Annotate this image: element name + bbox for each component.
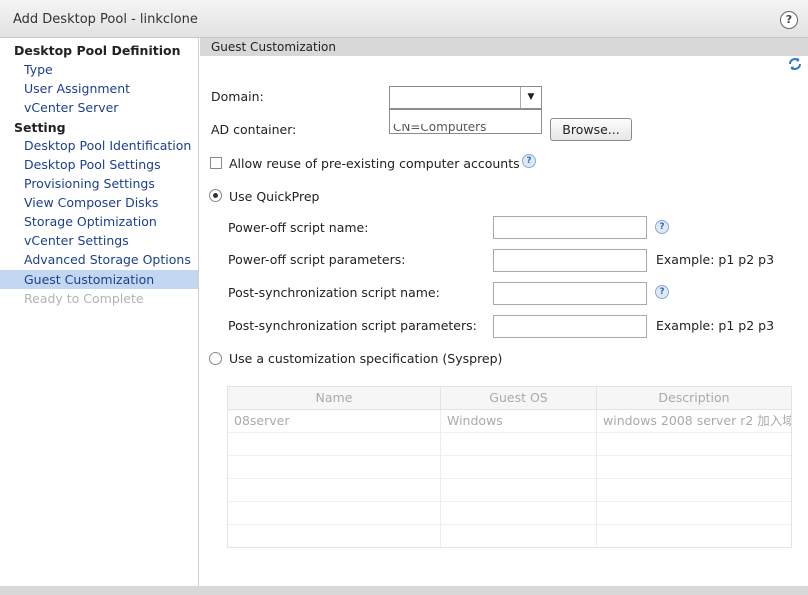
nav-item-vcenter-settings[interactable]: vCenter Settings <box>0 231 198 250</box>
table-row-empty <box>228 433 791 456</box>
nav-item-ready-to-complete: Ready to Complete <box>24 291 144 306</box>
nav-item-pool-identification[interactable]: Desktop Pool Identification <box>0 136 198 155</box>
sysprep-label: Use a customization specification (Syspr… <box>229 351 503 366</box>
add-desktop-pool-dialog: Add Desktop Pool - linkclone ? Desktop P… <box>0 0 808 595</box>
cell-description: windows 2008 server r2 加入域 <box>603 413 791 428</box>
table-row-empty <box>228 502 791 525</box>
allow-reuse-label: Allow reuse of pre-existing computer acc… <box>229 156 520 171</box>
bottom-bar <box>0 586 808 595</box>
nav-item-pool-settings[interactable]: Desktop Pool Settings <box>0 155 198 174</box>
postsync-script-name-label: Post-synchronization script name: <box>228 285 440 300</box>
chevron-down-icon[interactable]: ▼ <box>520 87 541 108</box>
section-header: Guest Customization <box>200 38 808 56</box>
postsync-params-label: Post-synchronization script parameters: <box>228 318 477 333</box>
table-row-empty <box>228 525 791 548</box>
column-header-guest-os[interactable]: Guest OS <box>441 387 597 409</box>
ad-container-label: AD container: <box>211 122 297 137</box>
poweroff-params-example: Example: p1 p2 p3 <box>656 252 775 267</box>
customization-spec-table: Name Guest OS Description 08server Windo… <box>227 386 792 548</box>
poweroff-params-label: Power-off script parameters: <box>228 252 406 267</box>
sysprep-radio[interactable] <box>209 352 222 365</box>
nav-item-view-composer-disks[interactable]: View Composer Disks <box>0 193 198 212</box>
cell-guest-os: Windows <box>441 410 597 432</box>
nav-section-setting: Setting <box>14 120 66 135</box>
postsync-script-name-input[interactable] <box>493 282 647 305</box>
help-icon[interactable]: ? <box>780 11 798 29</box>
allow-reuse-checkbox[interactable] <box>210 157 222 169</box>
wizard-nav: Desktop Pool Definition Type User Assign… <box>0 38 199 595</box>
poweroff-params-input[interactable] <box>493 249 647 272</box>
column-header-description[interactable]: Description <box>597 387 791 409</box>
question-icon[interactable]: ? <box>655 220 669 234</box>
nav-item-guest-customization[interactable]: Guest Customization <box>0 270 198 289</box>
title-bar: Add Desktop Pool - linkclone ? <box>0 0 808 38</box>
postsync-params-example: Example: p1 p2 p3 <box>656 318 775 333</box>
nav-item-advanced-storage[interactable]: Advanced Storage Options <box>0 250 198 269</box>
poweroff-script-name-label: Power-off script name: <box>228 220 369 235</box>
browse-button[interactable]: Browse... <box>550 118 632 141</box>
column-header-name[interactable]: Name <box>228 387 441 409</box>
table-header: Name Guest OS Description <box>228 387 791 410</box>
cell-name: 08server <box>228 410 441 432</box>
table-row-empty <box>228 479 791 502</box>
poweroff-script-name-input[interactable] <box>493 216 647 239</box>
postsync-params-input[interactable] <box>493 315 647 338</box>
domain-label: Domain: <box>211 89 264 104</box>
window-title: Add Desktop Pool - linkclone <box>13 12 198 27</box>
nav-item-provisioning-settings[interactable]: Provisioning Settings <box>0 174 198 193</box>
nav-item-user-assignment[interactable]: User Assignment <box>0 79 198 98</box>
nav-item-type[interactable]: Type <box>0 60 198 79</box>
table-row[interactable]: 08server Windows windows 2008 server r2 … <box>228 410 791 433</box>
nav-item-storage-optimization[interactable]: Storage Optimization <box>0 212 198 231</box>
nav-section-definition: Desktop Pool Definition <box>14 43 181 58</box>
nav-item-vcenter-server[interactable]: vCenter Server <box>0 98 198 117</box>
question-icon[interactable]: ? <box>655 285 669 299</box>
main-panel: Guest Customization Domain: ▼ CN=Compute… <box>200 38 808 595</box>
question-icon[interactable]: ? <box>522 154 536 168</box>
ad-container-value: CN=Computers <box>393 124 487 134</box>
refresh-icon[interactable] <box>787 56 803 72</box>
quickprep-radio[interactable] <box>209 189 222 202</box>
domain-select[interactable]: ▼ <box>389 86 542 109</box>
quickprep-label: Use QuickPrep <box>229 189 320 204</box>
table-row-empty <box>228 456 791 479</box>
